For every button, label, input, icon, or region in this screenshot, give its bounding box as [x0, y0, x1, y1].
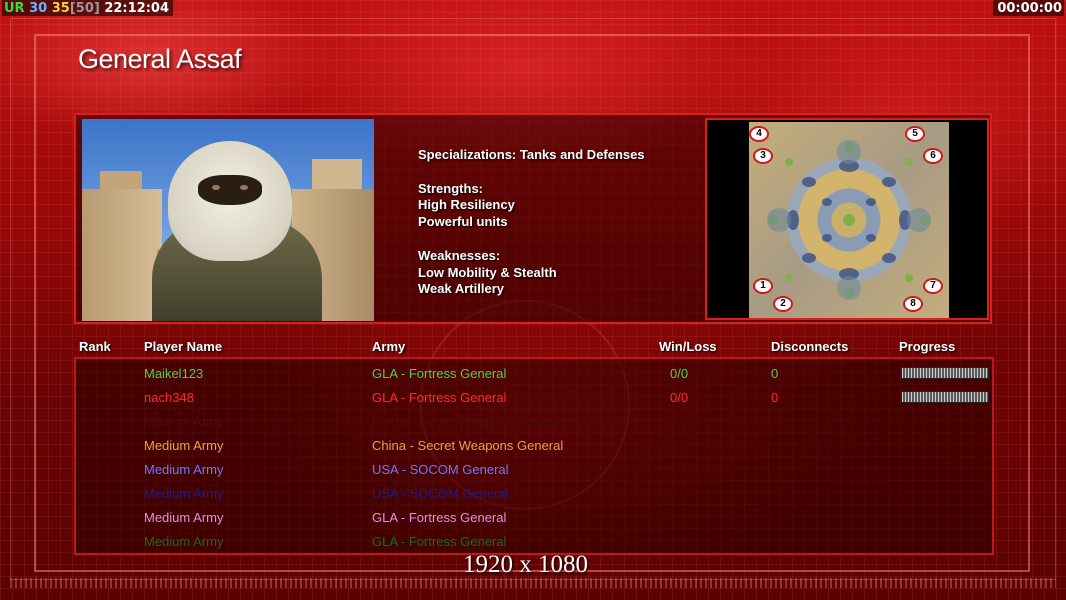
spawn-marker-4: 4 — [749, 126, 769, 142]
spawn-marker-5: 5 — [905, 126, 925, 142]
player-row: Medium Army GLA - Fortress General — [76, 529, 992, 553]
player-row: Medium Army China - Secret Weapons Gener… — [76, 409, 992, 433]
spawn-marker-1: 1 — [753, 278, 773, 294]
player-name: Medium Army — [144, 534, 224, 549]
hud-fps-current: 30 — [29, 1, 48, 16]
general-title: General Assaf — [78, 44, 242, 74]
hud-timer: 00:00:00 — [993, 0, 1064, 16]
player-army: GLA - Fortress General — [372, 366, 507, 381]
weaknesses-label: Weaknesses: — [418, 247, 501, 263]
strength-item: Powerful units — [418, 214, 508, 230]
player-progress-bar — [901, 367, 989, 379]
player-army: USA - SOCOM General — [372, 486, 509, 501]
column-header-player: Player Name — [144, 339, 223, 354]
player-army: China - Secret Weapons General — [372, 438, 564, 453]
hud-ur-label: UR — [4, 1, 25, 16]
spawn-marker-2: 2 — [773, 296, 793, 312]
player-name: Medium Army — [144, 462, 224, 477]
spawn-marker-3: 3 — [753, 148, 773, 164]
hud-clock: 22:12:04 — [104, 1, 170, 16]
player-disconnects: 0 — [771, 390, 779, 405]
map-terrain — [749, 122, 949, 318]
hud-fps-avg: 35 — [51, 1, 70, 16]
map-preview: 4 5 3 6 1 7 2 8 — [705, 118, 989, 320]
column-header-army: Army — [372, 339, 406, 354]
player-row: Medium Army China - Secret Weapons Gener… — [76, 433, 992, 457]
weakness-item: Low Mobility & Stealth — [418, 264, 557, 280]
player-name: Medium Army — [144, 414, 224, 429]
map-features — [767, 140, 931, 300]
player-winloss: 0/0 — [670, 366, 689, 381]
strengths-label: Strengths: — [418, 180, 483, 196]
general-portrait — [82, 119, 374, 321]
player-list: Maikel123 GLA - Fortress General 0/0 0 n… — [74, 357, 994, 555]
player-row: Medium Army USA - SOCOM General — [76, 481, 992, 505]
player-name: Maikel123 — [144, 366, 204, 381]
player-army: GLA - Fortress General — [372, 534, 507, 549]
player-army: China - Secret Weapons General — [372, 414, 564, 429]
spawn-marker-8: 8 — [903, 296, 923, 312]
player-row: nach348 GLA - Fortress General 0/0 0 — [76, 385, 992, 409]
hud-stats: UR 30 35[50] 22:12:04 — [2, 0, 174, 16]
general-info-panel: Specializations: Tanks and Defenses Stre… — [74, 113, 992, 324]
strength-item: High Resiliency — [418, 197, 515, 213]
player-row: Medium Army USA - SOCOM General — [76, 457, 992, 481]
player-winloss: 0/0 — [670, 390, 689, 405]
player-name: Medium Army — [144, 438, 224, 453]
spawn-marker-7: 7 — [923, 278, 943, 294]
resolution-label: 1920 x 1080 — [463, 551, 588, 578]
player-army: USA - SOCOM General — [372, 462, 509, 477]
player-name: Medium Army — [144, 486, 224, 501]
column-header-progress: Progress — [899, 339, 956, 354]
player-disconnects: 0 — [771, 366, 779, 381]
weakness-item: Weak Artillery — [418, 281, 504, 297]
player-name: Medium Army — [144, 510, 224, 525]
player-army: GLA - Fortress General — [372, 510, 507, 525]
hud-fps-limit: [50] — [69, 1, 100, 16]
bottom-strip — [10, 578, 1056, 588]
player-progress-bar — [901, 391, 989, 403]
column-header-disconnects: Disconnects — [771, 339, 849, 354]
player-row: Medium Army GLA - Fortress General — [76, 505, 992, 529]
column-header-rank: Rank — [79, 339, 111, 354]
general-description: Specializations: Tanks and Defenses Stre… — [418, 147, 645, 298]
specializations-text: Specializations: Tanks and Defenses — [418, 147, 645, 162]
column-header-winloss: Win/Loss — [659, 339, 717, 354]
player-army: GLA - Fortress General — [372, 390, 507, 405]
player-name: nach348 — [144, 390, 194, 405]
player-row: Maikel123 GLA - Fortress General 0/0 0 — [76, 361, 992, 385]
spawn-marker-6: 6 — [923, 148, 943, 164]
